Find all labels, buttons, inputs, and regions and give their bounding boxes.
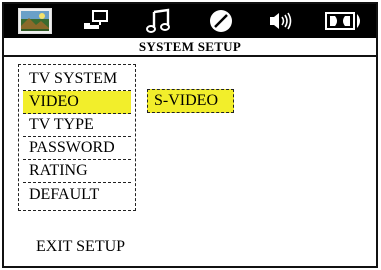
tab-picture[interactable] bbox=[4, 4, 66, 38]
menu-item-rating[interactable]: RATING bbox=[23, 160, 131, 183]
settings-tab-icon bbox=[82, 9, 112, 33]
speaker-tab-icon bbox=[268, 11, 298, 31]
picture-tab-icon bbox=[18, 8, 52, 34]
tab-speaker[interactable] bbox=[252, 4, 314, 38]
menu-item-tv-type[interactable]: TV TYPE bbox=[23, 114, 131, 137]
disc-tab-icon bbox=[208, 8, 234, 34]
page-title: SYSTEM SETUP bbox=[4, 38, 376, 57]
menu-item-password[interactable]: PASSWORD bbox=[23, 137, 131, 160]
setup-menu: TV SYSTEM VIDEO TV TYPE PASSWORD RATING … bbox=[18, 64, 136, 211]
menu-item-video[interactable]: VIDEO bbox=[23, 91, 131, 114]
tab-disc[interactable] bbox=[190, 4, 252, 38]
exit-setup-button[interactable]: EXIT SETUP bbox=[36, 238, 125, 256]
video-option-s-video[interactable]: S-VIDEO bbox=[147, 89, 234, 113]
tab-music[interactable] bbox=[128, 4, 190, 38]
osd-window: SYSTEM SETUP TV SYSTEM VIDEO TV TYPE PAS… bbox=[2, 2, 378, 268]
tab-settings[interactable] bbox=[66, 4, 128, 38]
tab-dolby[interactable] bbox=[314, 4, 376, 38]
dolby-tab-icon bbox=[325, 11, 365, 31]
icon-bar bbox=[4, 4, 376, 38]
menu-item-default[interactable]: DEFAULT bbox=[23, 183, 131, 206]
menu-item-tv-system[interactable]: TV SYSTEM bbox=[23, 68, 131, 91]
music-tab-icon bbox=[146, 8, 172, 34]
